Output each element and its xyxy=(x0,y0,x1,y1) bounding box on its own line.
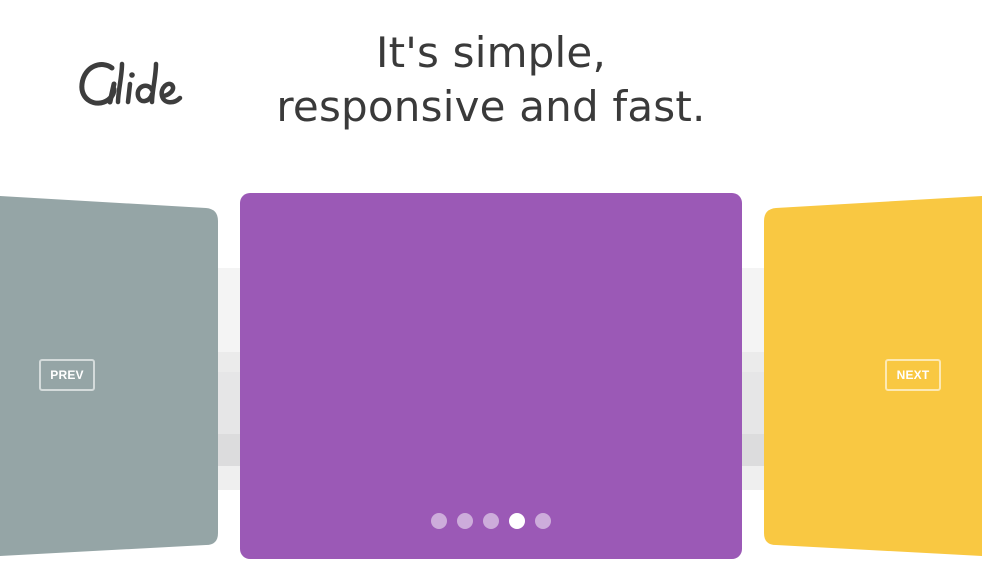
slide-bullet-3[interactable] xyxy=(483,513,499,529)
slide-bullet-5[interactable] xyxy=(535,513,551,529)
headline-line-2: responsive and fast. xyxy=(276,82,706,131)
next-slide-shape xyxy=(764,196,982,556)
headline-line-1: It's simple, xyxy=(375,28,607,77)
slide-bullet-1[interactable] xyxy=(431,513,447,529)
next-slide[interactable] xyxy=(764,196,982,558)
prev-slide[interactable] xyxy=(0,196,218,558)
page-headline: It's simple, responsive and fast. xyxy=(240,26,742,134)
logo-wordmark xyxy=(79,61,183,106)
next-button[interactable]: NEXT xyxy=(885,359,941,391)
slide-bullet-2[interactable] xyxy=(457,513,473,529)
prev-button[interactable]: PREV xyxy=(39,359,95,391)
prev-slide-shape xyxy=(0,196,218,556)
slide-bullet-4[interactable] xyxy=(509,513,525,529)
slide-bullets xyxy=(240,513,742,529)
active-slide xyxy=(240,193,742,559)
glide-logo xyxy=(78,56,188,116)
